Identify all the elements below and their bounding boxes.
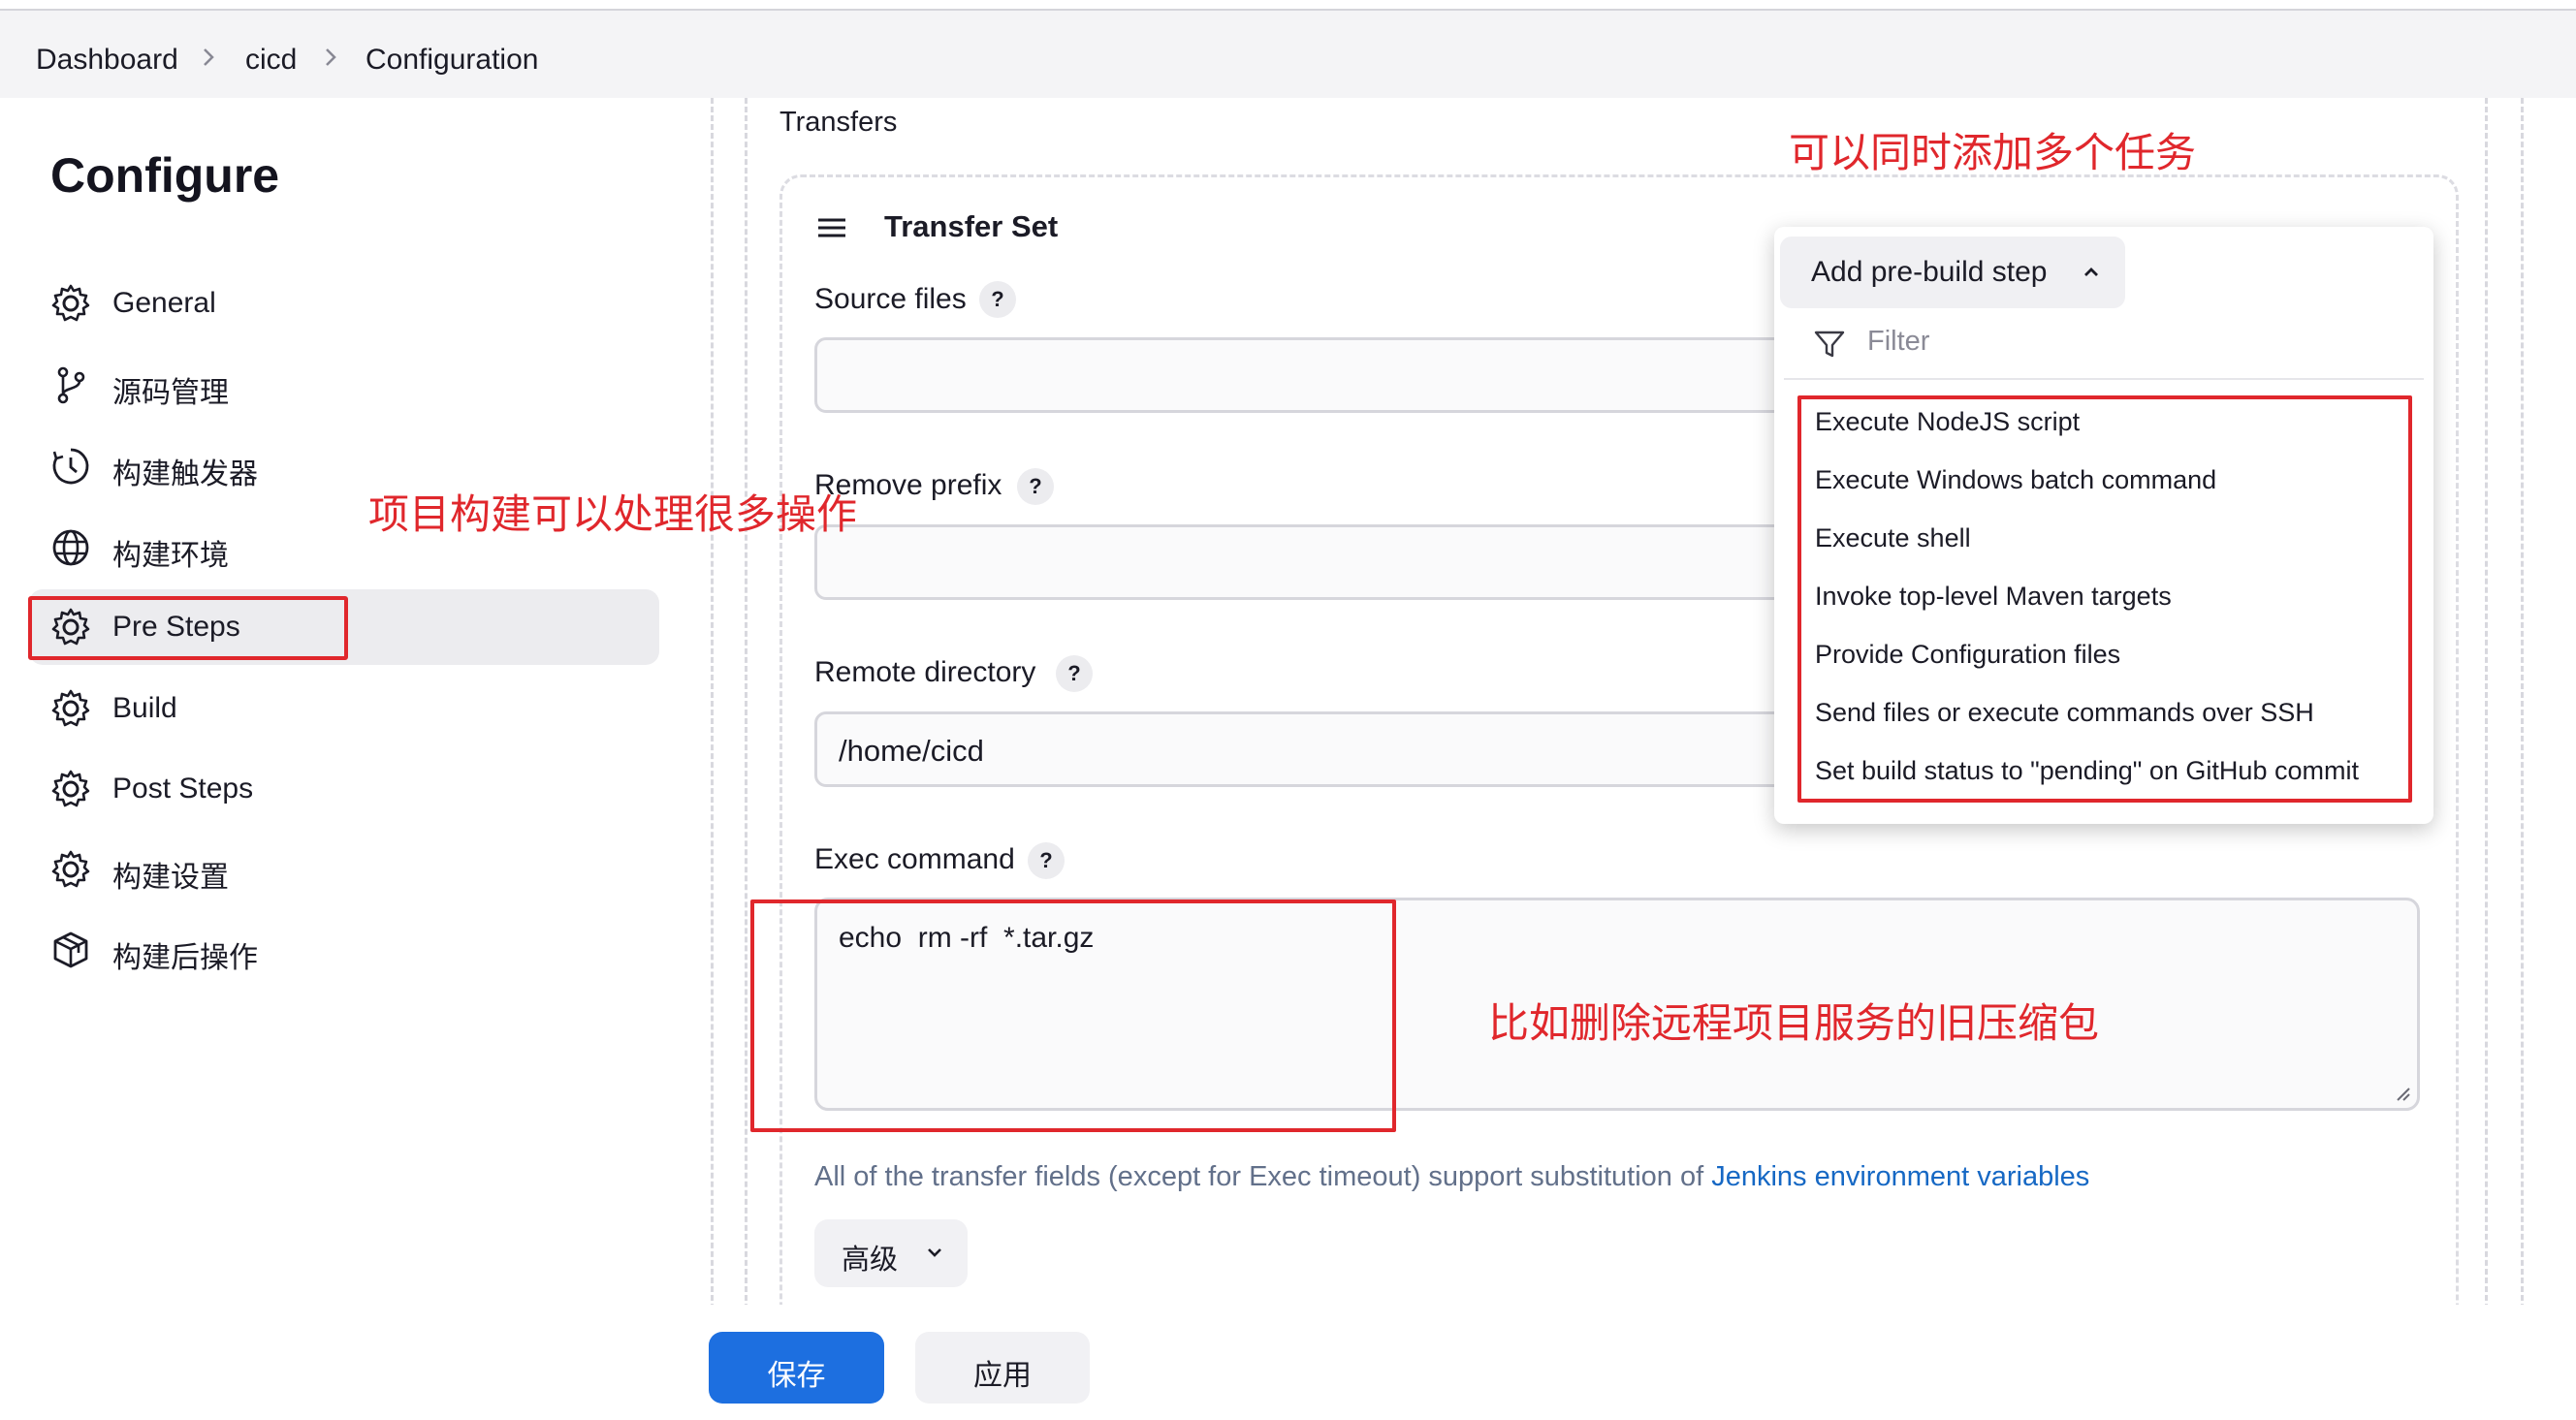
sidebar-item-post-steps[interactable]: Post Steps (29, 751, 659, 827)
breadcrumb-cicd[interactable]: cicd (245, 44, 297, 77)
annotation-delete-example: 比如删除远程项目服务的旧压缩包 (1488, 1000, 2100, 1046)
sidebar-item-label: 构建环境 (112, 540, 229, 572)
add-pre-build-step-label: Add pre-build step (1811, 256, 2048, 288)
top-rule (0, 0, 2576, 11)
remote-directory-label: Remote directory (814, 656, 1036, 688)
help-icon[interactable]: ? (1028, 842, 1065, 879)
sidebar-item-build[interactable]: Build (29, 671, 659, 746)
annotation-highlight-box (750, 899, 1396, 1132)
sidebar-item-source-control[interactable]: 源码管理 (29, 347, 659, 423)
sidebar-item-label: 构建触发器 (112, 458, 258, 490)
help-icon[interactable]: ? (979, 281, 1016, 318)
resize-handle-icon[interactable] (2394, 1085, 2411, 1102)
chevron-down-icon (928, 1248, 941, 1257)
transfer-set-title: Transfer Set (884, 209, 1059, 243)
sidebar-item-label: General (112, 287, 216, 319)
section-border (2485, 98, 2488, 1310)
clock-icon (52, 448, 89, 485)
remote-directory-value: /home/cicd (839, 734, 984, 768)
filter-icon (1814, 331, 1845, 358)
sidebar-item-label: 源码管理 (112, 377, 229, 409)
filter-input[interactable]: Filter (1867, 326, 1929, 358)
gear-icon (51, 689, 90, 727)
sidebar-item-label: Post Steps (112, 773, 254, 805)
page-title: Configure (50, 148, 280, 203)
sidebar-item-build-settings[interactable]: 构建设置 (29, 832, 659, 907)
section-border (745, 98, 747, 1310)
breadcrumb: Dashboard cicd Configuration (0, 11, 2576, 98)
apply-button[interactable]: 应用 (915, 1332, 1090, 1404)
package-icon (53, 931, 88, 968)
divider (1784, 378, 2424, 380)
help-icon[interactable]: ? (1056, 655, 1093, 692)
save-label: 保存 (767, 1360, 826, 1392)
breadcrumb-dashboard[interactable]: Dashboard (36, 44, 178, 77)
annotation-highlight-box (1797, 395, 2412, 803)
globe-icon (52, 529, 89, 566)
gear-icon (51, 284, 90, 322)
gear-icon (51, 850, 90, 888)
advanced-button[interactable]: 高级 (814, 1219, 968, 1287)
add-pre-build-step-button[interactable]: Add pre-build step (1780, 237, 2125, 308)
substitution-hint: All of the transfer fields (except for E… (814, 1161, 2089, 1193)
annotation-multi-task: 可以同时添加多个任务 (1789, 130, 2197, 175)
chevron-right-icon (322, 44, 339, 78)
sidebar-item-label: Build (112, 692, 177, 724)
exec-command-label: Exec command (814, 843, 1015, 875)
drag-handle-icon[interactable] (817, 217, 846, 238)
chevron-right-icon (200, 44, 217, 78)
gear-icon (51, 770, 90, 807)
transfers-label: Transfers (779, 107, 898, 138)
annotation-many-operations: 项目构建可以处理很多操作 (368, 491, 858, 537)
sidebar-item-label: 构建后操作 (112, 942, 258, 974)
breadcrumb-configuration[interactable]: Configuration (366, 44, 538, 77)
apply-label: 应用 (973, 1360, 1032, 1392)
sidebar-item-label: 构建设置 (112, 862, 229, 894)
sidebar-item-general[interactable]: General (29, 266, 659, 341)
section-border (711, 98, 714, 1310)
save-button[interactable]: 保存 (709, 1332, 884, 1404)
env-variables-link[interactable]: Jenkins environment variables (1711, 1161, 2089, 1192)
advanced-label: 高级 (842, 1245, 899, 1276)
source-files-label: Source files (814, 283, 967, 315)
hint-text: All of the transfer fields (except for E… (814, 1161, 1712, 1192)
sidebar-item-post-build-actions[interactable]: 构建后操作 (29, 912, 659, 988)
add-pre-build-step-menu: Add pre-build step Filter Execute NodeJS… (1774, 227, 2433, 824)
branch-icon (57, 366, 85, 404)
section-border (2521, 98, 2524, 1310)
chevron-up-icon (2084, 268, 2098, 276)
annotation-highlight-box (28, 596, 348, 660)
help-icon[interactable]: ? (1017, 468, 1054, 505)
